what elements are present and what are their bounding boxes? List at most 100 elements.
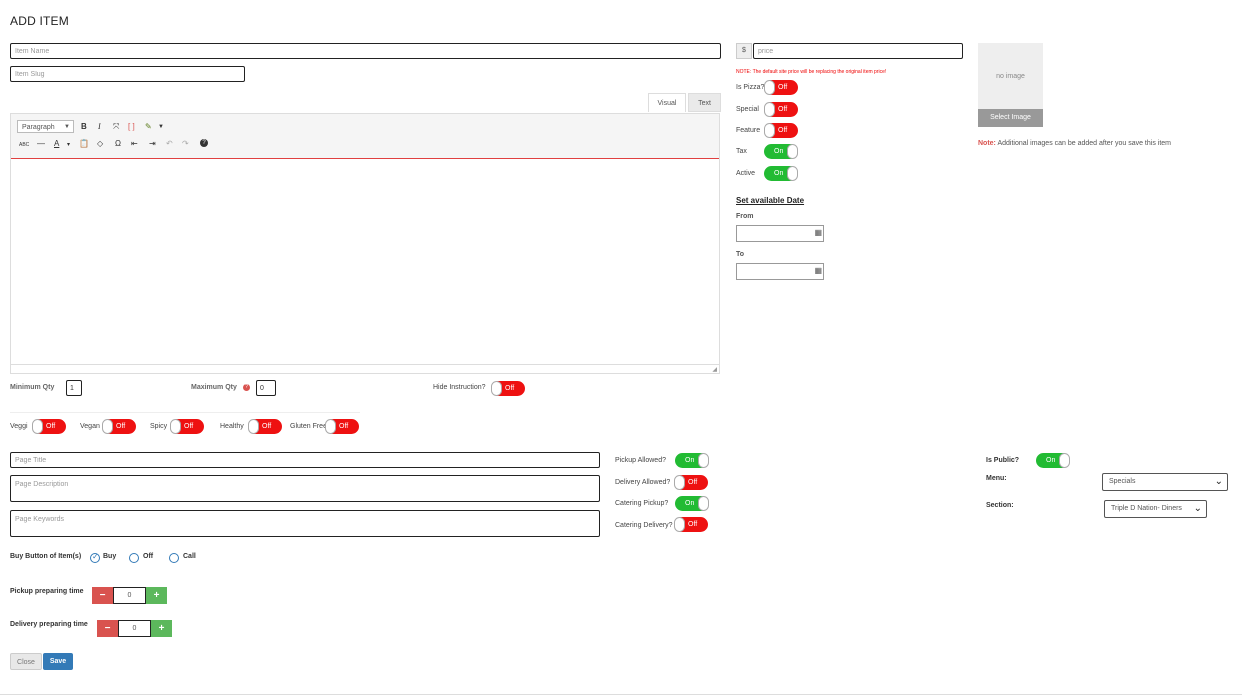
toggle-state: Off [184, 423, 194, 430]
gluten-free-toggle[interactable]: Off [325, 419, 359, 434]
toggle-knob [674, 475, 685, 490]
outdent-icon[interactable]: ⇤ [131, 139, 138, 149]
no-image-text: no image [996, 73, 1025, 80]
item-slug-input[interactable] [10, 66, 245, 82]
off-radio[interactable] [129, 553, 139, 563]
toggle-state: On [685, 457, 695, 464]
toggle-knob [698, 496, 709, 511]
pickup-prep-label: Pickup preparing time [10, 588, 84, 595]
image-note-text: Additional images can be added after you… [995, 140, 1171, 147]
indent-icon[interactable]: ⇥ [149, 139, 156, 149]
page-title-input[interactable] [10, 452, 600, 468]
active-toggle[interactable]: On [764, 166, 798, 181]
toggle-state: Off [505, 385, 515, 392]
price-input[interactable] [753, 43, 963, 59]
italic-icon[interactable]: I [98, 122, 101, 132]
is-public-toggle[interactable]: On [1036, 453, 1070, 468]
is-public-label: Is Public? [986, 457, 1020, 464]
format-select[interactable]: Paragraph ▼ [17, 120, 74, 133]
section-select[interactable]: Triple D Nation- Diners ⌄ [1104, 500, 1207, 518]
toggle-knob [325, 419, 336, 434]
toggle-knob [491, 381, 502, 396]
page-description-input[interactable] [10, 475, 600, 502]
call-option-label: Call [183, 553, 196, 560]
toggle-knob [32, 419, 43, 434]
resize-handle-icon[interactable]: ◢ [712, 366, 717, 373]
delivery-prep-input[interactable]: 0 [118, 620, 151, 637]
toggle-state: On [1046, 457, 1056, 464]
min-qty-input[interactable] [66, 380, 82, 396]
toggle-knob [787, 144, 798, 159]
from-date-input[interactable]: ▦ [736, 225, 824, 242]
is-pizza-toggle[interactable]: Off [764, 80, 798, 95]
section-label: Section: [986, 502, 1014, 509]
clear-format-icon[interactable]: ◇ [97, 139, 103, 149]
page-keywords-input[interactable] [10, 510, 600, 537]
catering-delivery-label: Catering Delivery? [615, 522, 673, 529]
format-select-value: Paragraph [22, 124, 55, 131]
strikethrough-icon[interactable]: ABC [19, 140, 29, 150]
delivery-allowed-toggle[interactable]: Off [674, 475, 708, 490]
menu-select[interactable]: Specials ⌄ [1102, 473, 1228, 491]
select-image-button[interactable]: Select Image [978, 109, 1043, 127]
max-qty-input[interactable] [256, 380, 276, 396]
tax-label: Tax [736, 148, 747, 155]
spicy-toggle[interactable]: Off [170, 419, 204, 434]
special-char-icon[interactable]: Ω [115, 139, 121, 149]
item-name-input[interactable] [10, 43, 721, 59]
delivery-decrement-button[interactable]: − [97, 620, 118, 637]
tax-toggle[interactable]: On [764, 144, 798, 159]
catering-pickup-toggle[interactable]: On [675, 496, 709, 511]
tab-text[interactable]: Text [688, 93, 721, 112]
feature-label: Feature [736, 127, 761, 134]
text-color-icon[interactable]: A [54, 139, 59, 149]
toggle-state: On [774, 170, 784, 177]
buy-option-label: Buy [103, 553, 117, 560]
to-date-input[interactable]: ▦ [736, 263, 824, 280]
pickup-decrement-button[interactable]: − [92, 587, 113, 604]
buy-radio[interactable] [90, 552, 100, 563]
paste-text-icon[interactable]: 📋 [79, 139, 89, 149]
bold-icon[interactable]: B [81, 122, 87, 132]
undo-icon[interactable]: ↶ [166, 139, 173, 149]
delivery-increment-button[interactable]: + [151, 620, 172, 637]
pickup-increment-button[interactable]: + [146, 587, 167, 604]
text-color-dropdown-icon[interactable]: ▾ [67, 140, 70, 150]
toggle-knob [787, 166, 798, 181]
toggle-knob [764, 123, 775, 138]
feature-toggle[interactable]: Off [764, 123, 798, 138]
tab-visual[interactable]: Visual [648, 93, 686, 112]
vegan-toggle[interactable]: Off [102, 419, 136, 434]
save-button[interactable]: Save [43, 653, 73, 670]
toggle-knob [248, 419, 259, 434]
price-note: NOTE: The default site price will be rep… [736, 69, 887, 75]
redo-icon[interactable]: ↷ [182, 139, 189, 149]
section-select-value: Triple D Nation- Diners [1111, 505, 1182, 512]
hide-instruction-toggle[interactable]: Off [491, 381, 525, 396]
pickup-prep-input[interactable]: 0 [113, 587, 146, 604]
close-button[interactable]: Close [10, 653, 42, 670]
delivery-allowed-label: Delivery Allowed? [615, 479, 671, 486]
veggi-toggle[interactable]: Off [32, 419, 66, 434]
catering-delivery-toggle[interactable]: Off [674, 517, 708, 532]
horizontal-line-icon[interactable]: — [37, 139, 45, 149]
available-date-heading: Set available Date [736, 196, 805, 205]
toggle-state: Off [778, 84, 788, 91]
pickup-allowed-toggle[interactable]: On [675, 453, 709, 468]
rich-text-editor: Paragraph ▼ B I ⤧ [ ] ✎ ▼ ABC — A ▾ 📋 ◇ Ω… [10, 113, 720, 374]
special-toggle[interactable]: Off [764, 102, 798, 117]
help-icon[interactable]: ? [200, 139, 208, 147]
editor-content-area[interactable] [11, 159, 719, 364]
chevron-down-icon: ▼ [64, 124, 70, 130]
healthy-toggle[interactable]: Off [248, 419, 282, 434]
plugin-icon[interactable]: ✎ [145, 122, 152, 132]
from-label: From [736, 213, 754, 220]
call-radio[interactable] [169, 553, 179, 563]
veggi-label: Veggi [10, 423, 28, 430]
fullscreen-icon[interactable]: ⤧ [113, 122, 119, 132]
plugin-dropdown-icon[interactable]: ▼ [158, 122, 164, 132]
shortcode-icon[interactable]: [ ] [128, 122, 135, 132]
calendar-icon[interactable]: ▦ [814, 266, 822, 275]
calendar-icon[interactable]: ▦ [814, 228, 822, 237]
help-icon[interactable]: ? [243, 384, 250, 391]
